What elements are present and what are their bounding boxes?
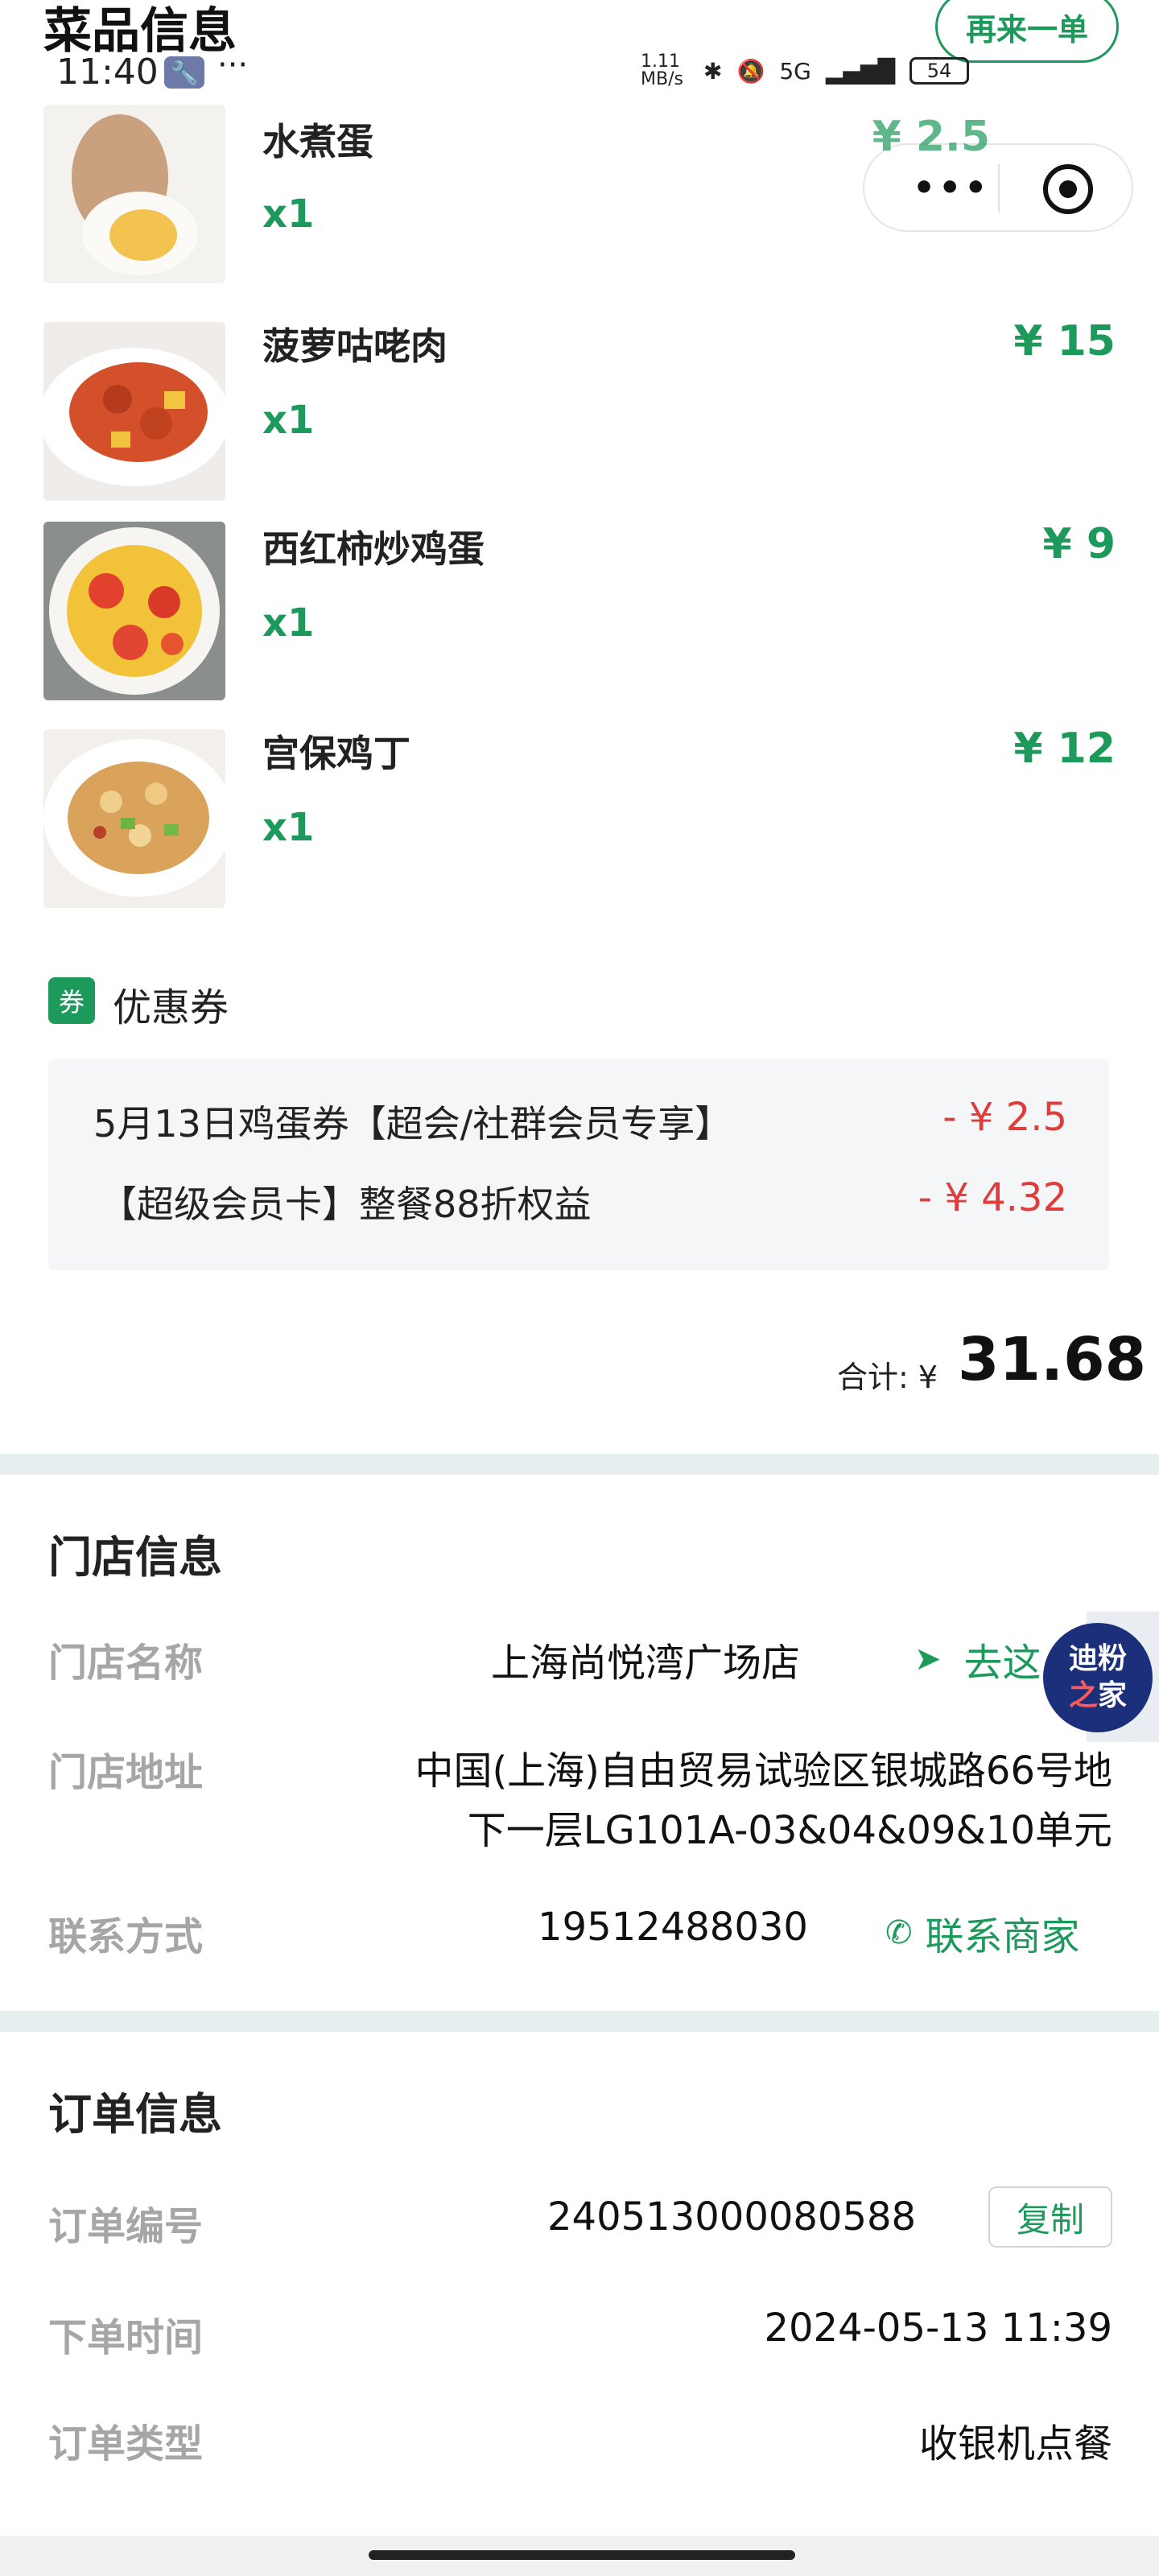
copy-order-number-button[interactable]: 复制	[988, 2186, 1112, 2248]
order-section-title: 订单信息	[48, 2089, 222, 2140]
signal-bars-icon: ▂▄▆█	[825, 57, 895, 85]
coupon-item-label: 5月13日鸡蛋券【超会/社群会员专享】	[93, 1102, 732, 1146]
dish-price: ¥ 15	[1013, 317, 1116, 365]
kung-pao-chicken-illustration	[43, 729, 225, 908]
dish-image-kung-pao-chicken	[43, 729, 225, 908]
wrench-icon: 🔧	[164, 56, 204, 89]
navigate-label: 去这	[963, 1641, 1041, 1686]
total-value: 31.68	[958, 1325, 1147, 1394]
store-section-title: 门店信息	[48, 1532, 222, 1583]
dish-image-boiled-egg	[43, 105, 225, 283]
capsule-divider	[998, 164, 1000, 213]
badge-line2: 之家	[1068, 1679, 1128, 1712]
order-type-value: 收银机点餐	[918, 2421, 1112, 2467]
navigate-button[interactable]: ➤ 去这	[914, 1631, 1041, 1687]
bluetooth-icon: ✱	[703, 57, 723, 85]
dish-name: 菠萝咕咾肉	[262, 324, 448, 368]
dish-name: 水煮蛋	[262, 120, 373, 163]
store-address-label: 门店地址	[48, 1750, 204, 1795]
store-address-line2: 下一层LG101A-03&04&09&10单元	[467, 1808, 1112, 1853]
coupon-list: 5月13日鸡蛋券【超会/社群会员专享】 - ¥ 2.5 【超级会员卡】整餐88折…	[48, 1059, 1109, 1270]
tomato-egg-illustration	[43, 522, 225, 700]
mute-icon: 🔕	[736, 57, 765, 85]
dish-image-sweet-sour-pork	[43, 322, 225, 501]
close-miniprogram-icon[interactable]	[1043, 164, 1093, 214]
battery-icon: 54	[909, 57, 969, 85]
order-number-value: 240513000080588	[547, 2194, 917, 2240]
section-divider	[0, 2011, 1159, 2032]
navigate-arrow-icon: ➤	[914, 1641, 942, 1678]
coupon-item-amount: - ¥ 2.5	[942, 1095, 1067, 1140]
status-time: 11:40	[56, 52, 159, 93]
dipin-home-badge[interactable]: 迪粉 之家	[1043, 1623, 1153, 1732]
dish-qty: x1	[262, 805, 315, 850]
total-label: 合计: ¥	[837, 1360, 938, 1395]
dish-image-tomato-egg	[43, 522, 225, 700]
contact-label: 联系方式	[48, 1914, 204, 1959]
order-number-label: 订单编号	[48, 2204, 204, 2249]
order-time-label: 下单时间	[48, 2315, 204, 2360]
more-icon[interactable]: •••	[913, 167, 990, 208]
status-more-dots: ···	[217, 47, 249, 84]
dish-qty: x1	[262, 398, 315, 443]
coupon-icon: 券	[48, 977, 95, 1024]
coupon-section-title: 优惠券	[113, 985, 229, 1030]
dish-qty: x1	[262, 192, 315, 237]
sweet-sour-pork-illustration	[43, 322, 225, 501]
coupon-item-amount: - ¥ 4.32	[918, 1175, 1067, 1220]
status-indicators: 1.11 MB/s ✱ 🔕 5G ▂▄▆█ 54	[641, 53, 969, 89]
contact-phone: 19512488030	[538, 1905, 808, 1950]
network-speed: 1.11 MB/s	[641, 52, 683, 89]
boiled-egg-illustration	[43, 105, 225, 283]
badge-line1: 迪粉	[1068, 1642, 1127, 1675]
order-time-value: 2024-05-13 11:39	[764, 2306, 1112, 2351]
dish-name: 宫保鸡丁	[262, 732, 410, 775]
dish-price: ¥ 2.5	[872, 113, 990, 161]
dish-price: ¥ 12	[1013, 724, 1116, 773]
home-indicator[interactable]	[369, 2550, 795, 2560]
dish-qty: x1	[262, 601, 315, 646]
store-name-label: 门店名称	[48, 1641, 204, 1686]
dish-name: 西红柿炒鸡蛋	[262, 527, 485, 571]
phone-icon: ✆	[885, 1914, 913, 1951]
coupon-item-label: 【超级会员卡】整餐88折权益	[100, 1183, 592, 1226]
dish-price: ¥ 9	[1042, 520, 1116, 568]
section-divider	[0, 1454, 1159, 1475]
order-type-label: 订单类型	[48, 2421, 204, 2467]
contact-merchant-button[interactable]: ✆ 联系商家	[885, 1905, 1080, 1961]
signal-label: 5G	[779, 57, 811, 85]
store-name-value: 上海尚悦湾广场店	[491, 1641, 801, 1686]
contact-merchant-label: 联系商家	[925, 1914, 1080, 1959]
store-address-line1: 中国(上海)自由贸易试验区银城路66号地	[415, 1748, 1112, 1794]
